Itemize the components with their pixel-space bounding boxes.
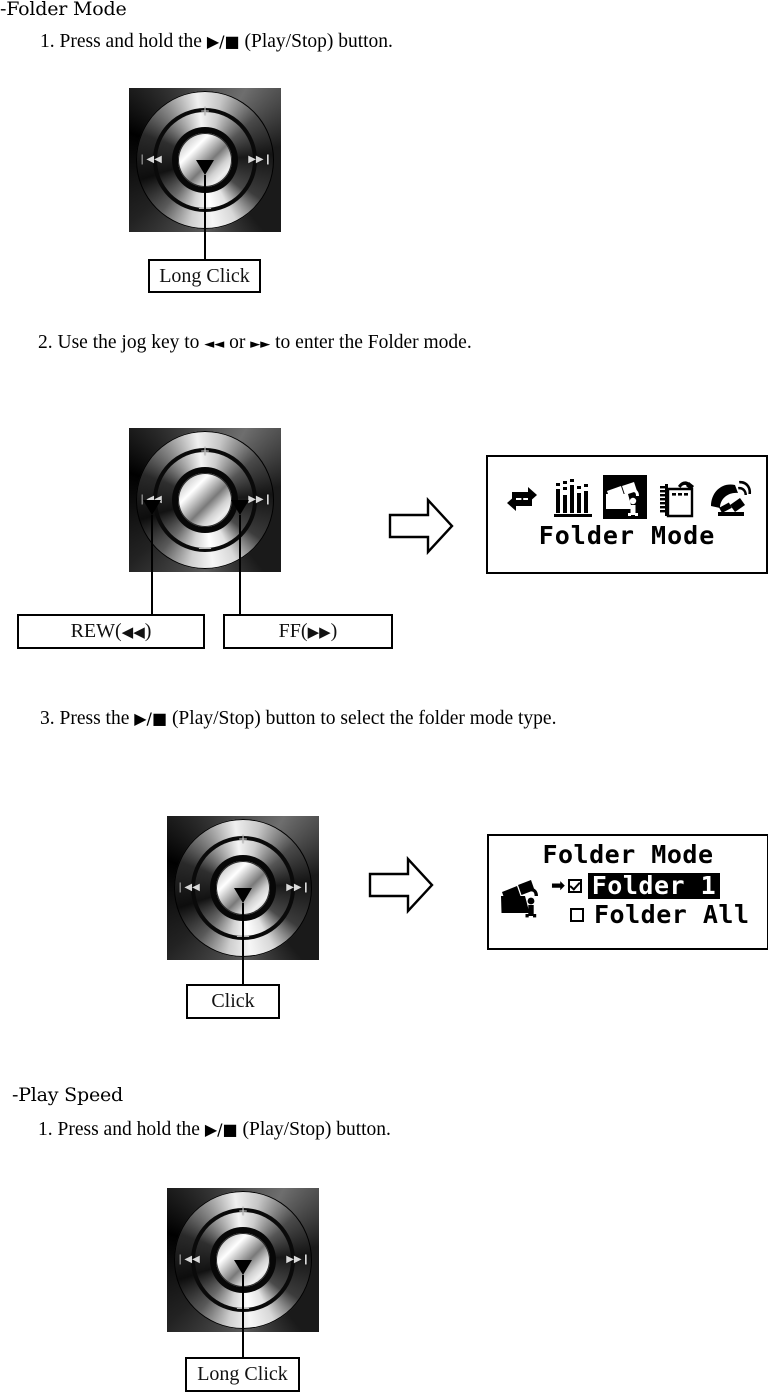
jog-notch-top: + bbox=[199, 104, 211, 118]
callout-rew-text: REW( bbox=[70, 620, 122, 642]
pointer-head-1 bbox=[196, 160, 214, 175]
step-1-play-speed: 1. Press and hold the ▶/■ (Play/Stop) bu… bbox=[38, 1119, 391, 1141]
step-text-post: (Play/Stop) button to select the folder … bbox=[171, 708, 557, 729]
play-stop-glyph: ▶/■ bbox=[206, 32, 240, 51]
step-1-folder-mode: 1. Press and hold the ▶/■ (Play/Stop) bu… bbox=[40, 31, 393, 53]
callout-rew-close: ) bbox=[144, 620, 152, 642]
callout-ff-close: ) bbox=[330, 620, 338, 642]
checkbox-folder-1[interactable] bbox=[567, 879, 582, 894]
jog-notch-rew: ❘◀◀ bbox=[138, 154, 162, 165]
step-text-mid: or bbox=[229, 332, 246, 353]
checkbox-folder-all[interactable] bbox=[570, 908, 584, 923]
lcd-option-row-0[interactable]: ➡ Folder 1 bbox=[551, 872, 767, 900]
equalizer-icon bbox=[553, 475, 593, 519]
jog-notch-top: + bbox=[237, 1204, 249, 1218]
lcd-option-label-0: Folder 1 bbox=[587, 872, 721, 900]
jog-center-button[interactable] bbox=[178, 473, 232, 527]
pointer-head-3 bbox=[234, 888, 252, 903]
callout-long-click-2: Long Click bbox=[185, 1357, 300, 1392]
pointer-line-ff bbox=[239, 515, 241, 614]
jog-notch-ff: ▶▶❙ bbox=[248, 494, 272, 505]
pointer-arrow-icon: ➡ bbox=[551, 875, 566, 896]
callout-rew-arrows: ◀◀ bbox=[121, 622, 145, 641]
step-2-folder-mode: 2. Use the jog key to ◄◄ or ►► to enter … bbox=[38, 332, 472, 354]
lcd-folder-mode: 1 Folder Mode bbox=[486, 455, 768, 574]
pointer-line-1 bbox=[204, 175, 206, 260]
callout-ff-arrows: ▶▶ bbox=[307, 622, 331, 641]
callout-click: Click bbox=[186, 984, 280, 1019]
repeat-one-icon: 1 bbox=[502, 479, 542, 519]
step-text-post: (Play/Stop) button. bbox=[244, 31, 393, 52]
jog-notch-ff: ▶▶❙ bbox=[286, 1254, 310, 1265]
step-text-post: to enter the Folder mode. bbox=[275, 332, 472, 353]
play-stop-glyph: ▶/■ bbox=[134, 709, 168, 728]
callout-ff-text: FF( bbox=[278, 620, 308, 642]
section-header-folder-mode: -Folder Mode bbox=[0, 0, 127, 20]
jog-notch-ff: ▶▶❙ bbox=[286, 882, 310, 893]
lcd-icon-row: 1 bbox=[488, 457, 766, 519]
callout-long-click-1: Long Click bbox=[148, 259, 261, 293]
jog-notch-top: + bbox=[199, 444, 211, 458]
folder-icon[interactable] bbox=[603, 475, 647, 519]
jog-notch-rew: ❘◀◀ bbox=[176, 1254, 200, 1265]
pointer-line-4 bbox=[242, 1275, 244, 1358]
callout-rew: REW(◀◀) bbox=[17, 614, 205, 649]
jog-notch-rew: ❘◀◀ bbox=[176, 882, 200, 893]
lcd-folder-options: ➡ Folder 1 Folder All bbox=[551, 871, 767, 929]
svg-text:1: 1 bbox=[518, 493, 526, 508]
pointer-line-rew bbox=[151, 515, 153, 614]
step-number: 1. bbox=[38, 1119, 53, 1140]
pointer-line-3 bbox=[242, 903, 244, 985]
step-3-folder-mode: 3. Press the ▶/■ (Play/Stop) button to s… bbox=[40, 708, 556, 730]
jog-notch-ff: ▶▶❙ bbox=[248, 154, 272, 165]
callout-ff: FF(▶▶) bbox=[223, 614, 393, 649]
step-text-pre: Press and hold the bbox=[57, 1119, 200, 1140]
step-text-post: (Play/Stop) button. bbox=[242, 1119, 391, 1140]
pointer-head-rew bbox=[143, 500, 161, 515]
flow-arrow-1 bbox=[388, 496, 454, 560]
jog-notch-top: + bbox=[237, 832, 249, 846]
play-stop-glyph: ▶/■ bbox=[204, 1120, 238, 1139]
lcd-folder-select-title: Folder Mode bbox=[542, 840, 714, 869]
step-text-pre: Use the jog key to bbox=[57, 332, 200, 353]
step-text-pre: Press and hold the bbox=[59, 31, 202, 52]
lcd-folder-select: Folder Mode ➡ Folder 1 Folder All bbox=[487, 834, 768, 950]
flow-arrow-2 bbox=[368, 855, 434, 919]
ff-glyph: ►► bbox=[250, 337, 271, 352]
lcd-option-label-1: Folder All bbox=[594, 900, 750, 930]
step-number: 2. bbox=[38, 332, 53, 353]
rew-glyph: ◄◄ bbox=[204, 337, 225, 352]
step-number: 3. bbox=[40, 708, 55, 729]
lcd-folder-mode-title: Folder Mode bbox=[538, 521, 716, 550]
step-text-pre: Press the bbox=[59, 708, 130, 729]
lcd-folder-select-body: ➡ Folder 1 Folder All bbox=[489, 871, 767, 929]
folder-glyph-icon bbox=[499, 871, 551, 928]
jog-notch-bottom: ── bbox=[198, 544, 212, 555]
radio-antenna-icon bbox=[708, 475, 752, 519]
section-header-play-speed: -Play Speed bbox=[12, 1084, 124, 1106]
lcd-option-row-1[interactable]: Folder All bbox=[551, 900, 767, 930]
notepad-icon bbox=[658, 475, 698, 519]
pointer-head-ff bbox=[231, 500, 249, 515]
pointer-head-4 bbox=[234, 1260, 252, 1275]
step-number: 1. bbox=[40, 31, 55, 52]
